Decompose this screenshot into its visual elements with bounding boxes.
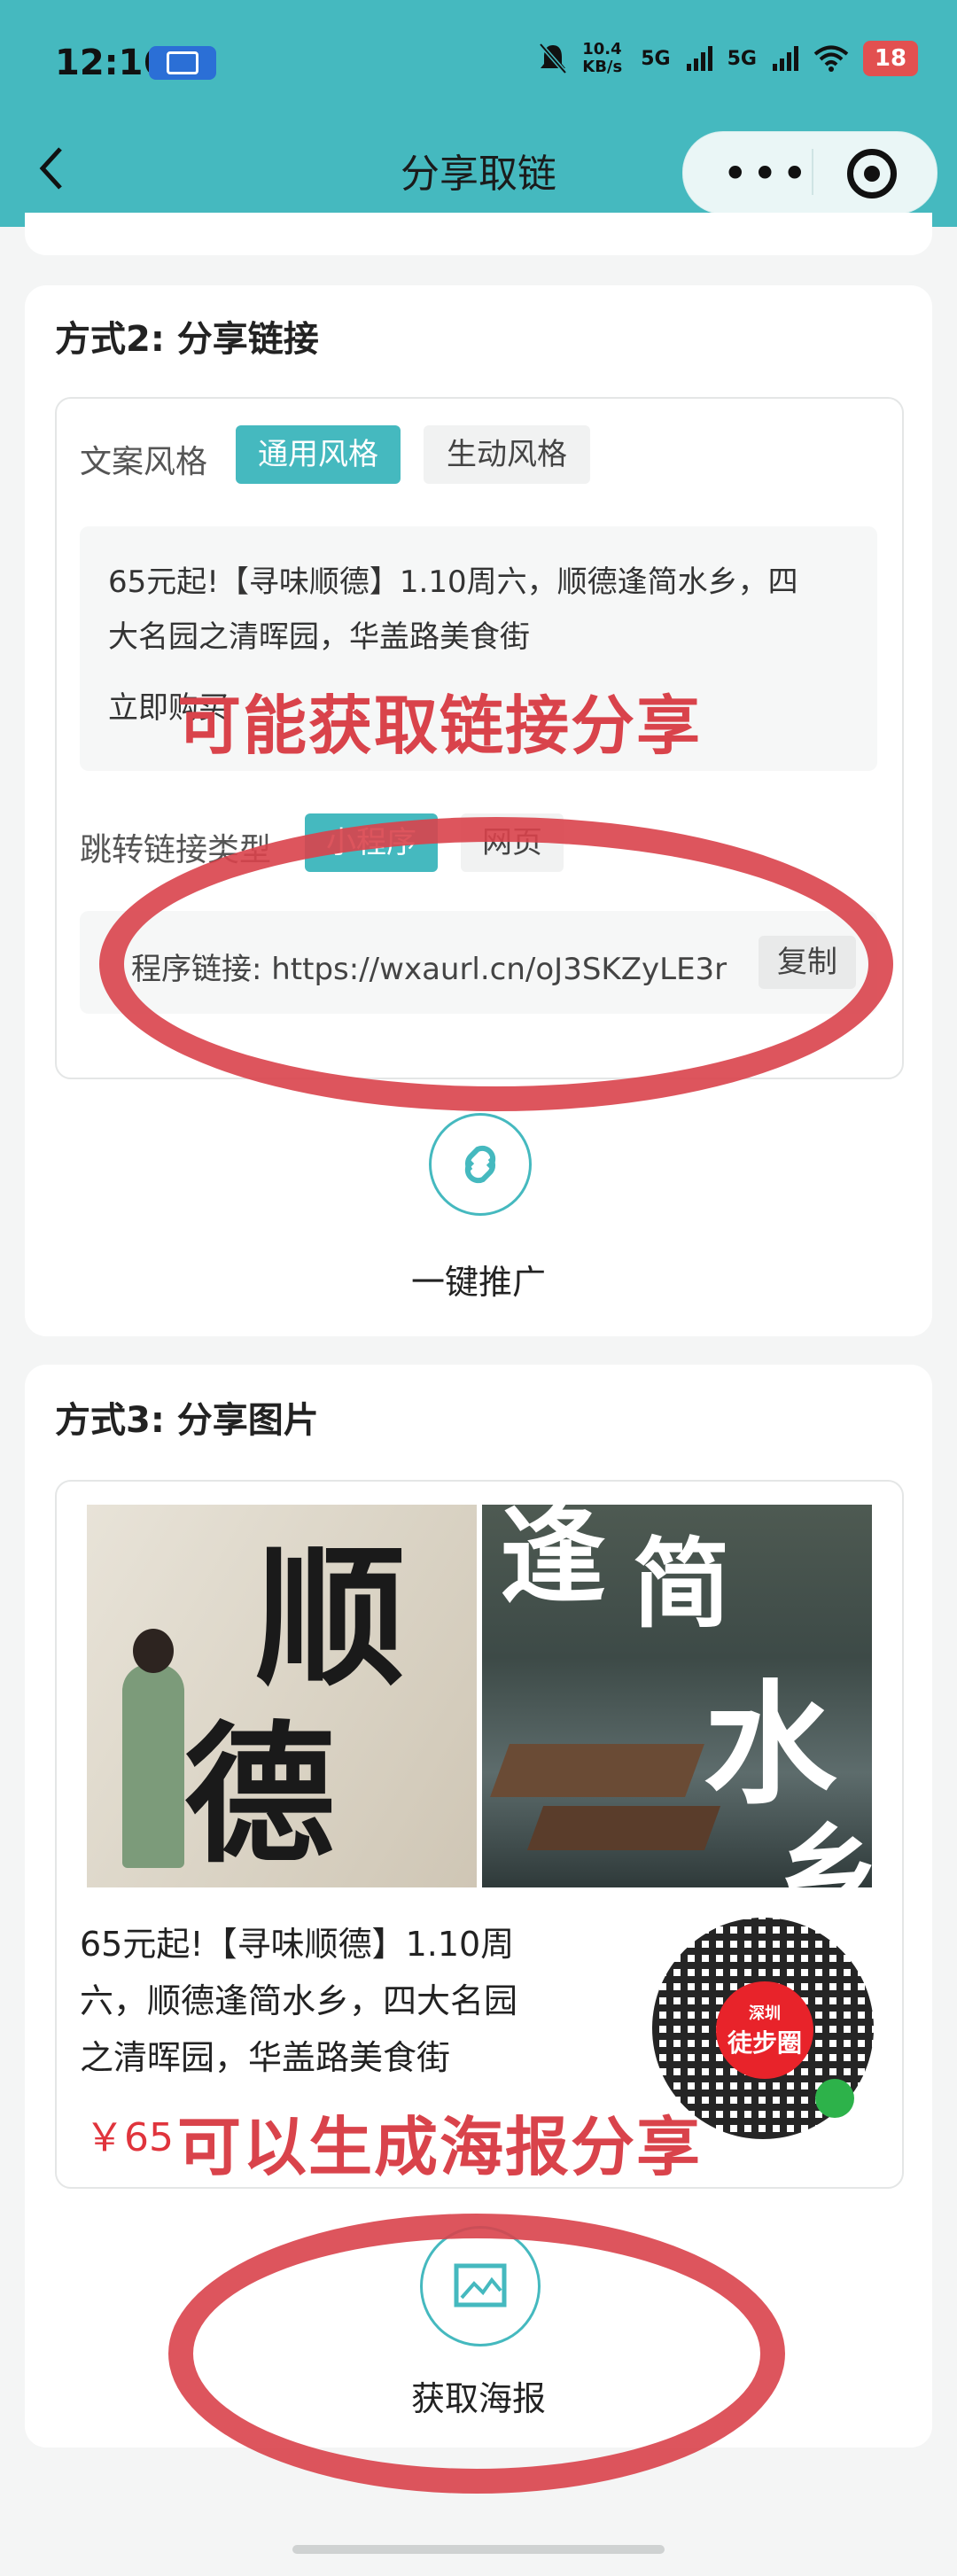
poster-desc-line: 65元起!【寻味顺德】1.10周 (80, 1925, 515, 1964)
notification-app-icon (149, 46, 216, 80)
annotation-link-share: 可能获取链接分享 (177, 689, 703, 763)
poster-boat (490, 1744, 704, 1797)
signal-5g-1: 5G (641, 47, 671, 70)
poster-char: 逢 (500, 1493, 606, 1618)
link-chain-icon (464, 1145, 496, 1184)
method3-title: 方式3: 分享图片 (55, 1400, 319, 1441)
capsule-divider (812, 149, 813, 195)
wechat-miniprogram-icon (815, 2079, 854, 2118)
poster-char: 乡 (774, 1812, 881, 1937)
style-option-vivid[interactable]: 生动风格 (424, 425, 590, 484)
qr-brand: 徒步圈 (727, 2028, 802, 2058)
promote-button[interactable] (429, 1113, 532, 1216)
poster-photo-left: 顺 德 (87, 1505, 477, 1887)
wifi-icon (813, 45, 849, 72)
style-option-general[interactable]: 通用风格 (236, 425, 401, 484)
mute-bell-icon (539, 43, 568, 74)
qr-city: 深圳 (748, 2004, 781, 2023)
previous-card (25, 213, 932, 255)
poster-desc-line: 六，顺德逢简水乡，四大名园 (80, 1981, 518, 2020)
method2-title: 方式2: 分享链接 (55, 319, 319, 360)
annotation-ellipse (168, 2214, 785, 2494)
annotation-poster-share: 可以生成海报分享 (177, 2110, 703, 2184)
poster-figure (122, 1664, 184, 1868)
annotation-ellipse (99, 817, 893, 1111)
signal-5g-2: 5G (727, 47, 757, 70)
copy-text-line: 65元起!【寻味顺德】1.10周六，顺德逢简水乡，四 (108, 564, 798, 600)
net-speed: 10.4 KB/s (582, 40, 623, 76)
home-indicator (292, 2545, 665, 2554)
poster-figure-head (133, 1629, 174, 1673)
poster-boat (526, 1806, 721, 1850)
more-dots-icon[interactable]: ••• (722, 152, 811, 196)
poster-desc-line: 之清晖园，华盖路美食街 (80, 2038, 451, 2077)
status-icons: 10.4 KB/s 5G 5G 18 (538, 41, 918, 76)
target-ring-icon[interactable] (847, 149, 897, 198)
poster-desc: 65元起!【寻味顺德】1.10周 六，顺德逢简水乡，四大名园 之清晖园，华盖路美… (80, 1916, 517, 2086)
signal-bars-icon (686, 46, 712, 71)
poster-char: 简 (633, 1527, 730, 1641)
poster-photo-right: 逢 简 水 乡 (482, 1493, 881, 1937)
battery-indicator: 18 (863, 41, 918, 76)
poster-char: 德 (184, 1707, 336, 1884)
poster-price: ￥65 (85, 2115, 174, 2160)
promote-label: 一键推广 (410, 1263, 546, 1302)
qr-brand-badge: 深圳 徒步圈 (716, 1981, 813, 2079)
signal-bars-icon (773, 46, 798, 71)
copy-text-line: 大名园之清晖园，华盖路美食街 (108, 619, 530, 655)
copy-style-label: 文案风格 (80, 444, 208, 480)
